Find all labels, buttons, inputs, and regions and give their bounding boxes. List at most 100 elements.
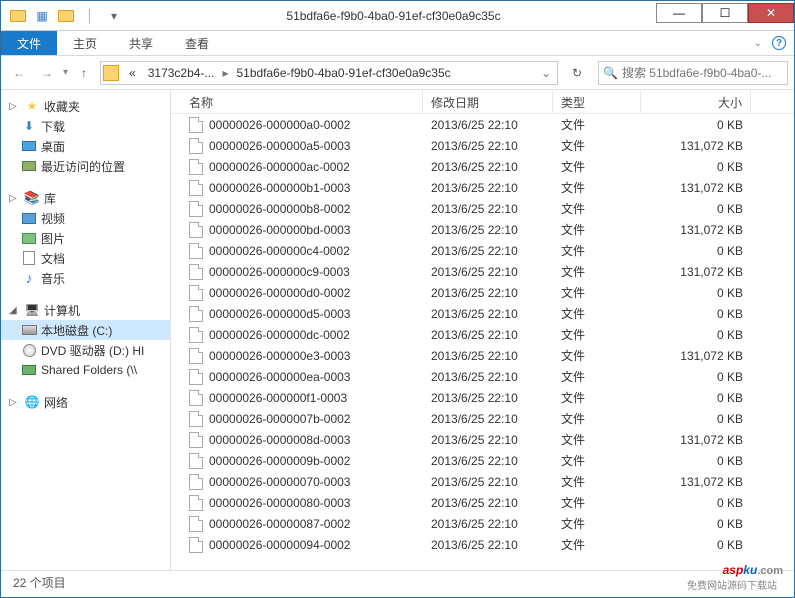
file-row[interactable]: 00000026-000000e3-00032013/6/25 22:10文件1… bbox=[171, 345, 794, 366]
file-icon bbox=[189, 537, 203, 553]
address-bar[interactable]: « 3173c2b4-... ▸ 51bdfa6e-f9b0-4ba0-91ef… bbox=[100, 61, 558, 85]
file-row[interactable]: 00000026-0000007b-00022013/6/25 22:10文件0… bbox=[171, 408, 794, 429]
sidebar-dvd[interactable]: DVD 驱动器 (D:) HI bbox=[1, 340, 170, 360]
sidebar-videos[interactable]: 视频 bbox=[1, 208, 170, 228]
file-icon bbox=[189, 348, 203, 364]
file-row[interactable]: 00000026-000000c9-00032013/6/25 22:10文件1… bbox=[171, 261, 794, 282]
file-row[interactable]: 00000026-000000ac-00022013/6/25 22:10文件0… bbox=[171, 156, 794, 177]
tab-share[interactable]: 共享 bbox=[113, 31, 169, 55]
minimize-button[interactable]: — bbox=[656, 3, 702, 23]
file-name: 00000026-0000008d-0003 bbox=[209, 433, 350, 447]
sidebar-recent[interactable]: 最近访问的位置 bbox=[1, 156, 170, 176]
sidebar-pictures[interactable]: 图片 bbox=[1, 228, 170, 248]
sidebar-label: 最近访问的位置 bbox=[41, 158, 125, 175]
nav-back-button[interactable]: ← bbox=[7, 61, 31, 85]
qat-properties[interactable]: ▦ bbox=[31, 5, 53, 27]
file-list[interactable]: 名称 修改日期 类型 大小 00000026-000000a0-00022013… bbox=[171, 90, 794, 570]
file-row[interactable]: 00000026-000000d5-00032013/6/25 22:10文件0… bbox=[171, 303, 794, 324]
sidebar-music[interactable]: 音乐 bbox=[1, 268, 170, 288]
ribbon-expand-icon[interactable]: ⌄ bbox=[754, 38, 762, 49]
file-row[interactable]: 00000026-000000ea-00032013/6/25 22:10文件0… bbox=[171, 366, 794, 387]
file-row[interactable]: 00000026-000000dc-00022013/6/25 22:10文件0… bbox=[171, 324, 794, 345]
file-name: 00000026-000000d0-0002 bbox=[209, 286, 350, 300]
file-date: 2013/6/25 22:10 bbox=[423, 349, 553, 363]
file-name: 00000026-00000070-0003 bbox=[209, 475, 350, 489]
file-date: 2013/6/25 22:10 bbox=[423, 370, 553, 384]
refresh-button[interactable]: ↻ bbox=[564, 62, 590, 84]
file-type: 文件 bbox=[553, 410, 641, 427]
file-icon bbox=[189, 453, 203, 469]
sidebar-desktop[interactable]: 桌面 bbox=[1, 136, 170, 156]
breadcrumb-seg2[interactable]: 51bdfa6e-f9b0-4ba0-91ef-cf30e0a9c35c bbox=[230, 62, 456, 84]
file-row[interactable]: 00000026-00000094-00022013/6/25 22:10文件0… bbox=[171, 534, 794, 555]
tab-view[interactable]: 查看 bbox=[169, 31, 225, 55]
breadcrumb-overflow[interactable]: « bbox=[123, 62, 142, 84]
file-type: 文件 bbox=[553, 158, 641, 175]
file-size: 0 KB bbox=[641, 160, 751, 174]
file-date: 2013/6/25 22:10 bbox=[423, 181, 553, 195]
sidebar-libraries[interactable]: ▷库 bbox=[1, 188, 170, 208]
sidebar-label: 计算机 bbox=[44, 302, 80, 319]
sidebar-label: 图片 bbox=[41, 230, 65, 247]
qat-open[interactable] bbox=[55, 5, 77, 27]
file-row[interactable]: 00000026-000000c4-00022013/6/25 22:10文件0… bbox=[171, 240, 794, 261]
help-icon[interactable]: ? bbox=[772, 36, 786, 50]
file-size: 0 KB bbox=[641, 370, 751, 384]
address-folder-icon bbox=[103, 65, 119, 81]
file-name: 00000026-00000080-0003 bbox=[209, 496, 350, 510]
header-name[interactable]: 名称 bbox=[171, 90, 423, 113]
file-row[interactable]: 00000026-000000bd-00032013/6/25 22:10文件1… bbox=[171, 219, 794, 240]
file-icon bbox=[189, 411, 203, 427]
file-date: 2013/6/25 22:10 bbox=[423, 475, 553, 489]
breadcrumb-seg1[interactable]: 3173c2b4-... bbox=[142, 62, 221, 84]
file-row[interactable]: 00000026-00000080-00032013/6/25 22:10文件0… bbox=[171, 492, 794, 513]
file-row[interactable]: 00000026-000000b8-00022013/6/25 22:10文件0… bbox=[171, 198, 794, 219]
file-name: 00000026-00000087-0002 bbox=[209, 517, 350, 531]
file-name: 00000026-00000094-0002 bbox=[209, 538, 350, 552]
sidebar-favorites[interactable]: ▷收藏夹 bbox=[1, 96, 170, 116]
file-row[interactable]: 00000026-00000087-00022013/6/25 22:10文件0… bbox=[171, 513, 794, 534]
file-icon bbox=[189, 327, 203, 343]
close-button[interactable]: ✕ bbox=[748, 3, 794, 23]
file-row[interactable]: 00000026-0000009b-00022013/6/25 22:10文件0… bbox=[171, 450, 794, 471]
header-date[interactable]: 修改日期 bbox=[423, 90, 553, 113]
file-name: 00000026-0000009b-0002 bbox=[209, 454, 350, 468]
file-row[interactable]: 00000026-0000008d-00032013/6/25 22:10文件1… bbox=[171, 429, 794, 450]
file-date: 2013/6/25 22:10 bbox=[423, 454, 553, 468]
file-row[interactable]: 00000026-000000a5-00032013/6/25 22:10文件1… bbox=[171, 135, 794, 156]
sidebar-cdrive[interactable]: 本地磁盘 (C:) bbox=[1, 320, 170, 340]
nav-history-dropdown[interactable]: ▾ bbox=[63, 67, 68, 78]
header-type[interactable]: 类型 bbox=[553, 90, 641, 113]
search-input[interactable] bbox=[622, 66, 783, 80]
file-name: 00000026-000000a0-0002 bbox=[209, 118, 350, 132]
address-dropdown-icon[interactable]: ⌄ bbox=[539, 66, 557, 80]
file-date: 2013/6/25 22:10 bbox=[423, 496, 553, 510]
file-date: 2013/6/25 22:10 bbox=[423, 202, 553, 216]
file-date: 2013/6/25 22:10 bbox=[423, 538, 553, 552]
chevron-right-icon[interactable]: ▸ bbox=[220, 66, 230, 80]
sidebar-documents[interactable]: 文档 bbox=[1, 248, 170, 268]
file-type: 文件 bbox=[553, 326, 641, 343]
maximize-button[interactable]: ☐ bbox=[702, 3, 748, 23]
file-row[interactable]: 00000026-000000a0-00022013/6/25 22:10文件0… bbox=[171, 114, 794, 135]
file-icon bbox=[189, 264, 203, 280]
file-type: 文件 bbox=[553, 473, 641, 490]
file-row[interactable]: 00000026-000000f1-00032013/6/25 22:10文件0… bbox=[171, 387, 794, 408]
tab-home[interactable]: 主页 bbox=[57, 31, 113, 55]
file-row[interactable]: 00000026-00000070-00032013/6/25 22:10文件1… bbox=[171, 471, 794, 492]
file-size: 0 KB bbox=[641, 538, 751, 552]
qat-dropdown[interactable]: ▾ bbox=[103, 5, 125, 27]
sidebar-computer[interactable]: ◢计算机 bbox=[1, 300, 170, 320]
nav-up-button[interactable]: ↑ bbox=[72, 61, 96, 85]
search-box[interactable]: 🔍 bbox=[598, 61, 788, 85]
file-size: 0 KB bbox=[641, 412, 751, 426]
sidebar-downloads[interactable]: 下载 bbox=[1, 116, 170, 136]
file-row[interactable]: 00000026-000000b1-00032013/6/25 22:10文件1… bbox=[171, 177, 794, 198]
file-size: 0 KB bbox=[641, 307, 751, 321]
file-row[interactable]: 00000026-000000d0-00022013/6/25 22:10文件0… bbox=[171, 282, 794, 303]
tab-file[interactable]: 文件 bbox=[1, 31, 57, 55]
sidebar-shared[interactable]: Shared Folders (\\ bbox=[1, 360, 170, 380]
file-type: 文件 bbox=[553, 347, 641, 364]
header-size[interactable]: 大小 bbox=[641, 90, 751, 113]
sidebar-network[interactable]: ▷网络 bbox=[1, 392, 170, 412]
